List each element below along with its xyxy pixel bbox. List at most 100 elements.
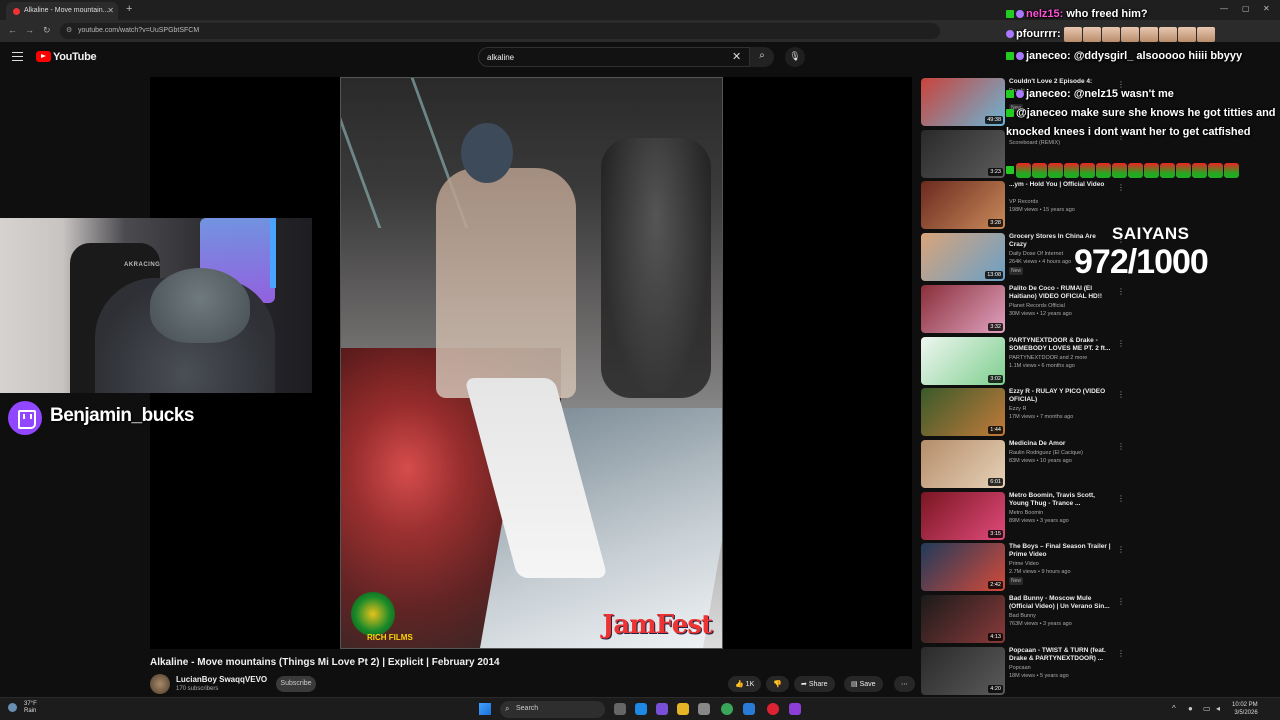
volume-icon[interactable]: ◂	[1216, 704, 1220, 713]
channel-avatar[interactable]	[150, 674, 170, 694]
recommended-video[interactable]: 3:02 PARTYNEXTDOOR & Drake - SOMEBODY LO…	[921, 336, 1125, 385]
video-thumbnail[interactable]: 6:01	[921, 439, 1005, 488]
youtube-favicon-icon	[13, 8, 20, 15]
save-icon: ▤	[851, 681, 860, 688]
video-title: Alkaline - Move mountains (Things Mi Lov…	[150, 657, 500, 668]
dislike-button[interactable]: 👎	[766, 676, 789, 692]
more-actions-button[interactable]: ⋯	[894, 676, 915, 692]
youtube-header: YouTube alkaline ✕ ⌕ 🎙	[0, 42, 920, 72]
channel-name[interactable]: Prime Video	[1009, 561, 1039, 567]
video-thumbnail[interactable]: 3:02	[921, 336, 1005, 385]
channel-name[interactable]: Planet Records Official	[1009, 303, 1065, 309]
browser-tab[interactable]: Alkaline - Move mountain... ✕	[6, 2, 118, 20]
like-count: 1K	[745, 681, 755, 688]
video-title[interactable]: Bad Bunny - Moscow Mule (Official Video)…	[1009, 595, 1114, 611]
windows-start-icon[interactable]	[479, 703, 491, 715]
channel-name[interactable]: Ezzy R	[1009, 406, 1026, 412]
video-thumbnail[interactable]: 2:42	[921, 543, 1005, 592]
video-title[interactable]: Ezzy R - RULAY Y PICO (VIDEO OFICIAL)	[1009, 388, 1114, 404]
new-tab-icon[interactable]: +	[126, 3, 132, 15]
menu-icon[interactable]	[12, 52, 23, 61]
channel-name[interactable]: Bad Bunny	[1009, 613, 1036, 619]
video-thumbnail[interactable]: 3:32	[921, 284, 1005, 333]
copilot-icon[interactable]	[656, 703, 668, 715]
steam-icon[interactable]	[743, 703, 755, 715]
file-explorer-icon[interactable]	[677, 703, 689, 715]
more-options-icon[interactable]: ⋮	[1117, 390, 1125, 399]
recommended-video[interactable]: 3:28 ...ym - Hold You | Official Video V…	[921, 181, 1125, 230]
video-title[interactable]: The Boys – Final Season Trailer | Prime …	[1009, 543, 1114, 559]
recommended-video[interactable]: 2:42 The Boys – Final Season Trailer | P…	[921, 543, 1125, 592]
subscribe-button[interactable]: Subscribe	[276, 676, 316, 692]
forward-icon[interactable]: →	[25, 25, 34, 35]
chat-username: nelz15:	[1026, 8, 1064, 20]
channel-name[interactable]: Raulin Rodriguez (El Cacique)	[1009, 450, 1083, 456]
video-thumbnail[interactable]: 13:08	[921, 233, 1005, 282]
back-icon[interactable]: ←	[8, 25, 17, 35]
video-title[interactable]: PARTYNEXTDOOR & Drake - SOMEBODY LOVES M…	[1009, 337, 1114, 353]
channel-name[interactable]: LucianBoy SwaqqVEVO	[176, 675, 267, 684]
more-options-icon[interactable]: ⋮	[1117, 287, 1125, 296]
video-meta: 2.7M views • 9 hours ago	[1009, 569, 1071, 576]
twitch-app-icon[interactable]	[789, 703, 801, 715]
badge-icon	[1006, 109, 1014, 118]
recommended-video[interactable]: 6:01 Medicina De Amor Raulin Rodriguez (…	[921, 439, 1125, 488]
channel-name[interactable]: Popcaan	[1009, 665, 1031, 671]
save-button[interactable]: ▤ Save	[844, 676, 883, 692]
channel-name[interactable]: VP Records	[1009, 199, 1038, 205]
recommended-video[interactable]: 3:32 Palito De Coco - RUMAI (El Haitiano…	[921, 284, 1125, 333]
obs-icon[interactable]	[767, 703, 779, 715]
more-options-icon[interactable]: ⋮	[1117, 339, 1125, 348]
video-thumbnail[interactable]: 49:38	[921, 78, 1005, 126]
video-title[interactable]: Metro Boomin, Travis Scott, Young Thug -…	[1009, 492, 1114, 508]
channel-name[interactable]: Daily Dose Of Internet	[1009, 251, 1063, 257]
edge-icon[interactable]	[635, 703, 647, 715]
video-thumbnail[interactable]: 1:44	[921, 388, 1005, 437]
recommended-video[interactable]: 4:20 Popcaan - TWIST & TURN (feat. Drake…	[921, 646, 1125, 695]
share-button[interactable]: ➦ Share	[794, 676, 835, 692]
video-title[interactable]: Popcaan - TWIST & TURN (feat. Drake & PA…	[1009, 647, 1114, 663]
settings-icon[interactable]	[698, 703, 710, 715]
like-button[interactable]: 👍 1K	[728, 676, 762, 692]
task-view-icon[interactable]	[614, 703, 626, 715]
voice-search-button[interactable]: 🎙	[785, 47, 805, 67]
video-thumbnail[interactable]: 4:13	[921, 595, 1005, 643]
reload-icon[interactable]: ↻	[43, 25, 51, 36]
more-options-icon[interactable]: ⋮	[1117, 649, 1125, 658]
weather-widget[interactable]: 37°F Rain	[8, 701, 37, 715]
network-icon[interactable]: ▭	[1203, 704, 1211, 713]
video-thumbnail[interactable]: 3:28	[921, 181, 1005, 230]
more-options-icon[interactable]: ⋮	[1117, 545, 1125, 554]
tray-chevron-icon[interactable]: ^	[1172, 704, 1176, 713]
site-info-icon[interactable]: ⚙	[66, 26, 72, 34]
channel-name[interactable]: PARTYNEXTDOOR and 2 more	[1009, 355, 1087, 361]
mic-tray-icon[interactable]: ●	[1188, 704, 1193, 713]
video-thumbnail[interactable]: 3:15	[921, 491, 1005, 540]
new-badge: New	[1009, 577, 1024, 586]
emote-icon	[1016, 162, 1031, 178]
recommended-video[interactable]: 1:44 Ezzy R - RULAY Y PICO (VIDEO OFICIA…	[921, 388, 1125, 437]
clear-search-icon[interactable]: ✕	[732, 50, 741, 63]
youtube-logo-icon[interactable]	[36, 51, 51, 62]
chat-text: who freed him?	[1063, 8, 1148, 20]
taskbar-search-label: Search	[516, 705, 539, 712]
badge-icon	[1006, 52, 1014, 61]
youtube-logo-text[interactable]: YouTube	[53, 51, 97, 63]
chrome-icon[interactable]	[721, 703, 733, 715]
more-options-icon[interactable]: ⋮	[1117, 494, 1125, 503]
recommended-video[interactable]: 4:13 Bad Bunny - Moscow Mule (Official V…	[921, 595, 1125, 643]
close-tab-icon[interactable]: ✕	[107, 6, 114, 15]
video-thumbnail[interactable]: 4:20	[921, 646, 1005, 695]
search-button[interactable]: ⌕	[750, 47, 774, 67]
search-input[interactable]: alkaline	[478, 47, 750, 67]
recommended-video[interactable]: 3:15 Metro Boomin, Travis Scott, Young T…	[921, 491, 1125, 540]
video-title[interactable]: Palito De Coco - RUMAI (El Haitiano) VID…	[1009, 285, 1114, 301]
more-options-icon[interactable]: ⋮	[1117, 442, 1125, 451]
system-clock[interactable]: 10:02 PM 3/5/2026	[1232, 701, 1258, 717]
taskbar-search[interactable]: ⌕ Search	[500, 701, 605, 718]
video-thumbnail[interactable]: 3:23	[921, 129, 1005, 178]
url-field[interactable]: ⚙ youtube.com/watch?v=UuSPGbtSFCM	[60, 23, 940, 39]
more-options-icon[interactable]: ⋮	[1117, 597, 1125, 606]
channel-name[interactable]: Metro Boomin	[1009, 510, 1043, 516]
video-title[interactable]: Medicina De Amor	[1009, 440, 1114, 448]
